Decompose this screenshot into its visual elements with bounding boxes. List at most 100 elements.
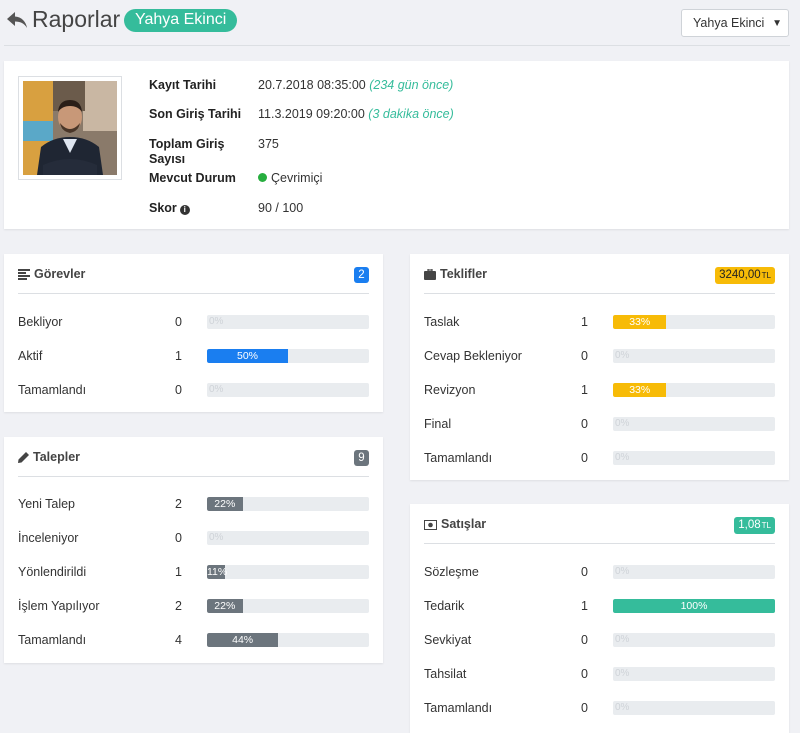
row-label: Tamamlandı	[424, 451, 493, 465]
row-count: 0	[581, 633, 588, 647]
row-count: 0	[175, 531, 182, 545]
page-title: Raporlar	[32, 6, 121, 32]
progress-percent: 0%	[209, 384, 224, 395]
sales-total-badge: 1,08TL	[734, 517, 775, 534]
progress-bar: 100%	[613, 599, 775, 613]
satislar-row: Sözleşme 0 0%	[424, 565, 775, 579]
tasks-count-text: 2	[358, 269, 365, 281]
progress-bar: 22%	[207, 599, 369, 613]
progress-percent: 0%	[615, 418, 630, 429]
row-label: Tamamlandı	[18, 383, 87, 397]
row-count: 0	[581, 565, 588, 579]
progress-percent: 0%	[615, 566, 630, 577]
progress-percent: 0%	[615, 452, 630, 463]
teklifler-row: Taslak 1 33%	[424, 315, 775, 329]
offers-total-unit: TL	[761, 271, 771, 280]
total-logins-value: 375	[258, 137, 279, 151]
row-label: İşlem Yapılıyor	[18, 599, 100, 613]
talepler-row: Yeni Talep 2 22%	[18, 497, 369, 511]
row-label: Yeni Talep	[18, 497, 76, 511]
score-label-text: Skor	[149, 201, 177, 215]
score-label: Skor i	[149, 201, 190, 216]
tasks-title-text: Görevler	[34, 267, 86, 281]
tasks-count-badge: 2	[354, 267, 369, 283]
row-count: 0	[175, 315, 182, 329]
row-label: Sevkiyat	[424, 633, 472, 647]
row-label: Sözleşme	[424, 565, 479, 579]
row-label: Cevap Bekleniyor	[424, 349, 522, 363]
progress-percent: 22%	[214, 600, 236, 612]
progress-bar: 22%	[207, 497, 369, 511]
panel-divider	[18, 293, 369, 294]
progress-percent: 33%	[629, 384, 651, 396]
row-label: Tedarik	[424, 599, 465, 613]
progress-percent: 0%	[615, 702, 630, 713]
info-icon[interactable]: i	[179, 205, 190, 215]
progress-bar: 44%	[207, 633, 369, 647]
progress-fill: 33%	[613, 383, 667, 397]
current-status-text: Çevrimiçi	[271, 171, 323, 185]
progress-percent: 0%	[615, 634, 630, 645]
tasks-panel: Görevler 2 Bekliyor 0 0% Aktif 1 50% Tamamland…	[4, 254, 383, 412]
tasks-panel-title: Görevler	[18, 267, 85, 281]
row-label: Yönlendirildi	[18, 565, 87, 579]
row-label: Aktif	[18, 349, 43, 363]
progress-bar: 0%	[613, 633, 775, 647]
profile-card: Kayıt Tarihi 20.7.2018 08:35:00 (234 gün…	[4, 61, 789, 229]
row-label: İnceleniyor	[18, 531, 79, 545]
back-arrow-icon[interactable]	[6, 10, 28, 30]
registration-date-text: 20.7.2018 08:35:00	[258, 78, 366, 92]
progress-bar: 0%	[207, 383, 369, 397]
offers-total-badge: 3240,00TL	[715, 267, 775, 284]
offers-total-text: 3240,00	[719, 269, 761, 281]
current-status-label: Mevcut Durum	[149, 171, 236, 185]
progress-percent: 0%	[209, 532, 224, 543]
row-label: Tahsilat	[424, 667, 467, 681]
row-count: 0	[581, 417, 588, 431]
progress-bar: 50%	[207, 349, 369, 363]
offers-title-text: Teklifler	[440, 267, 488, 281]
user-select-value: Yahya Ekinci	[693, 16, 765, 30]
progress-bar: 0%	[613, 417, 775, 431]
teklifler-row: Cevap Bekleniyor 0 0%	[424, 349, 775, 363]
panel-divider	[424, 543, 775, 544]
score-value: 90 / 100	[258, 201, 304, 215]
row-label: Revizyon	[424, 383, 476, 397]
progress-percent: 44%	[232, 634, 254, 646]
talepler-row: Tamamlandı 4 44%	[18, 633, 369, 647]
user-select-dropdown[interactable]: Yahya Ekinci ▼	[681, 9, 789, 37]
requests-count-badge: 9	[354, 450, 369, 466]
talepler-row: Yönlendirildi 1 11%	[18, 565, 369, 579]
progress-bar: 0%	[613, 349, 775, 363]
row-count: 1	[581, 599, 588, 613]
progress-fill: 50%	[207, 349, 288, 363]
row-count: 2	[175, 599, 182, 613]
gorevler-row: Aktif 1 50%	[18, 349, 369, 363]
registration-date-ago: (234 gün önce)	[369, 78, 454, 92]
requests-title-text: Talepler	[33, 450, 81, 464]
caret-down-icon: ▼	[772, 18, 782, 29]
briefcase-icon	[424, 269, 436, 280]
teklifler-row: Revizyon 1 33%	[424, 383, 775, 397]
row-count: 1	[581, 383, 588, 397]
progress-percent: 0%	[615, 350, 630, 361]
panel-divider	[18, 476, 369, 477]
online-status-dot	[258, 173, 267, 182]
satislar-row: Tahsilat 0 0%	[424, 667, 775, 681]
requests-panel-title: Talepler	[18, 450, 80, 464]
requests-count-text: 9	[358, 452, 365, 464]
progress-fill: 11%	[207, 565, 227, 579]
progress-bar: 0%	[613, 565, 775, 579]
last-login-ago: (3 dakika önce)	[368, 107, 454, 121]
money-icon	[424, 520, 437, 530]
gorevler-row: Tamamlandı 0 0%	[18, 383, 369, 397]
row-count: 0	[175, 383, 182, 397]
progress-bar: 0%	[613, 667, 775, 681]
progress-fill: 22%	[207, 599, 243, 613]
header-divider	[4, 45, 790, 46]
progress-bar: 11%	[207, 565, 369, 579]
progress-percent: 0%	[615, 668, 630, 679]
row-count: 0	[581, 701, 588, 715]
satislar-row: Tamamlandı 0 0%	[424, 701, 775, 715]
current-status-value: Çevrimiçi	[258, 171, 322, 185]
